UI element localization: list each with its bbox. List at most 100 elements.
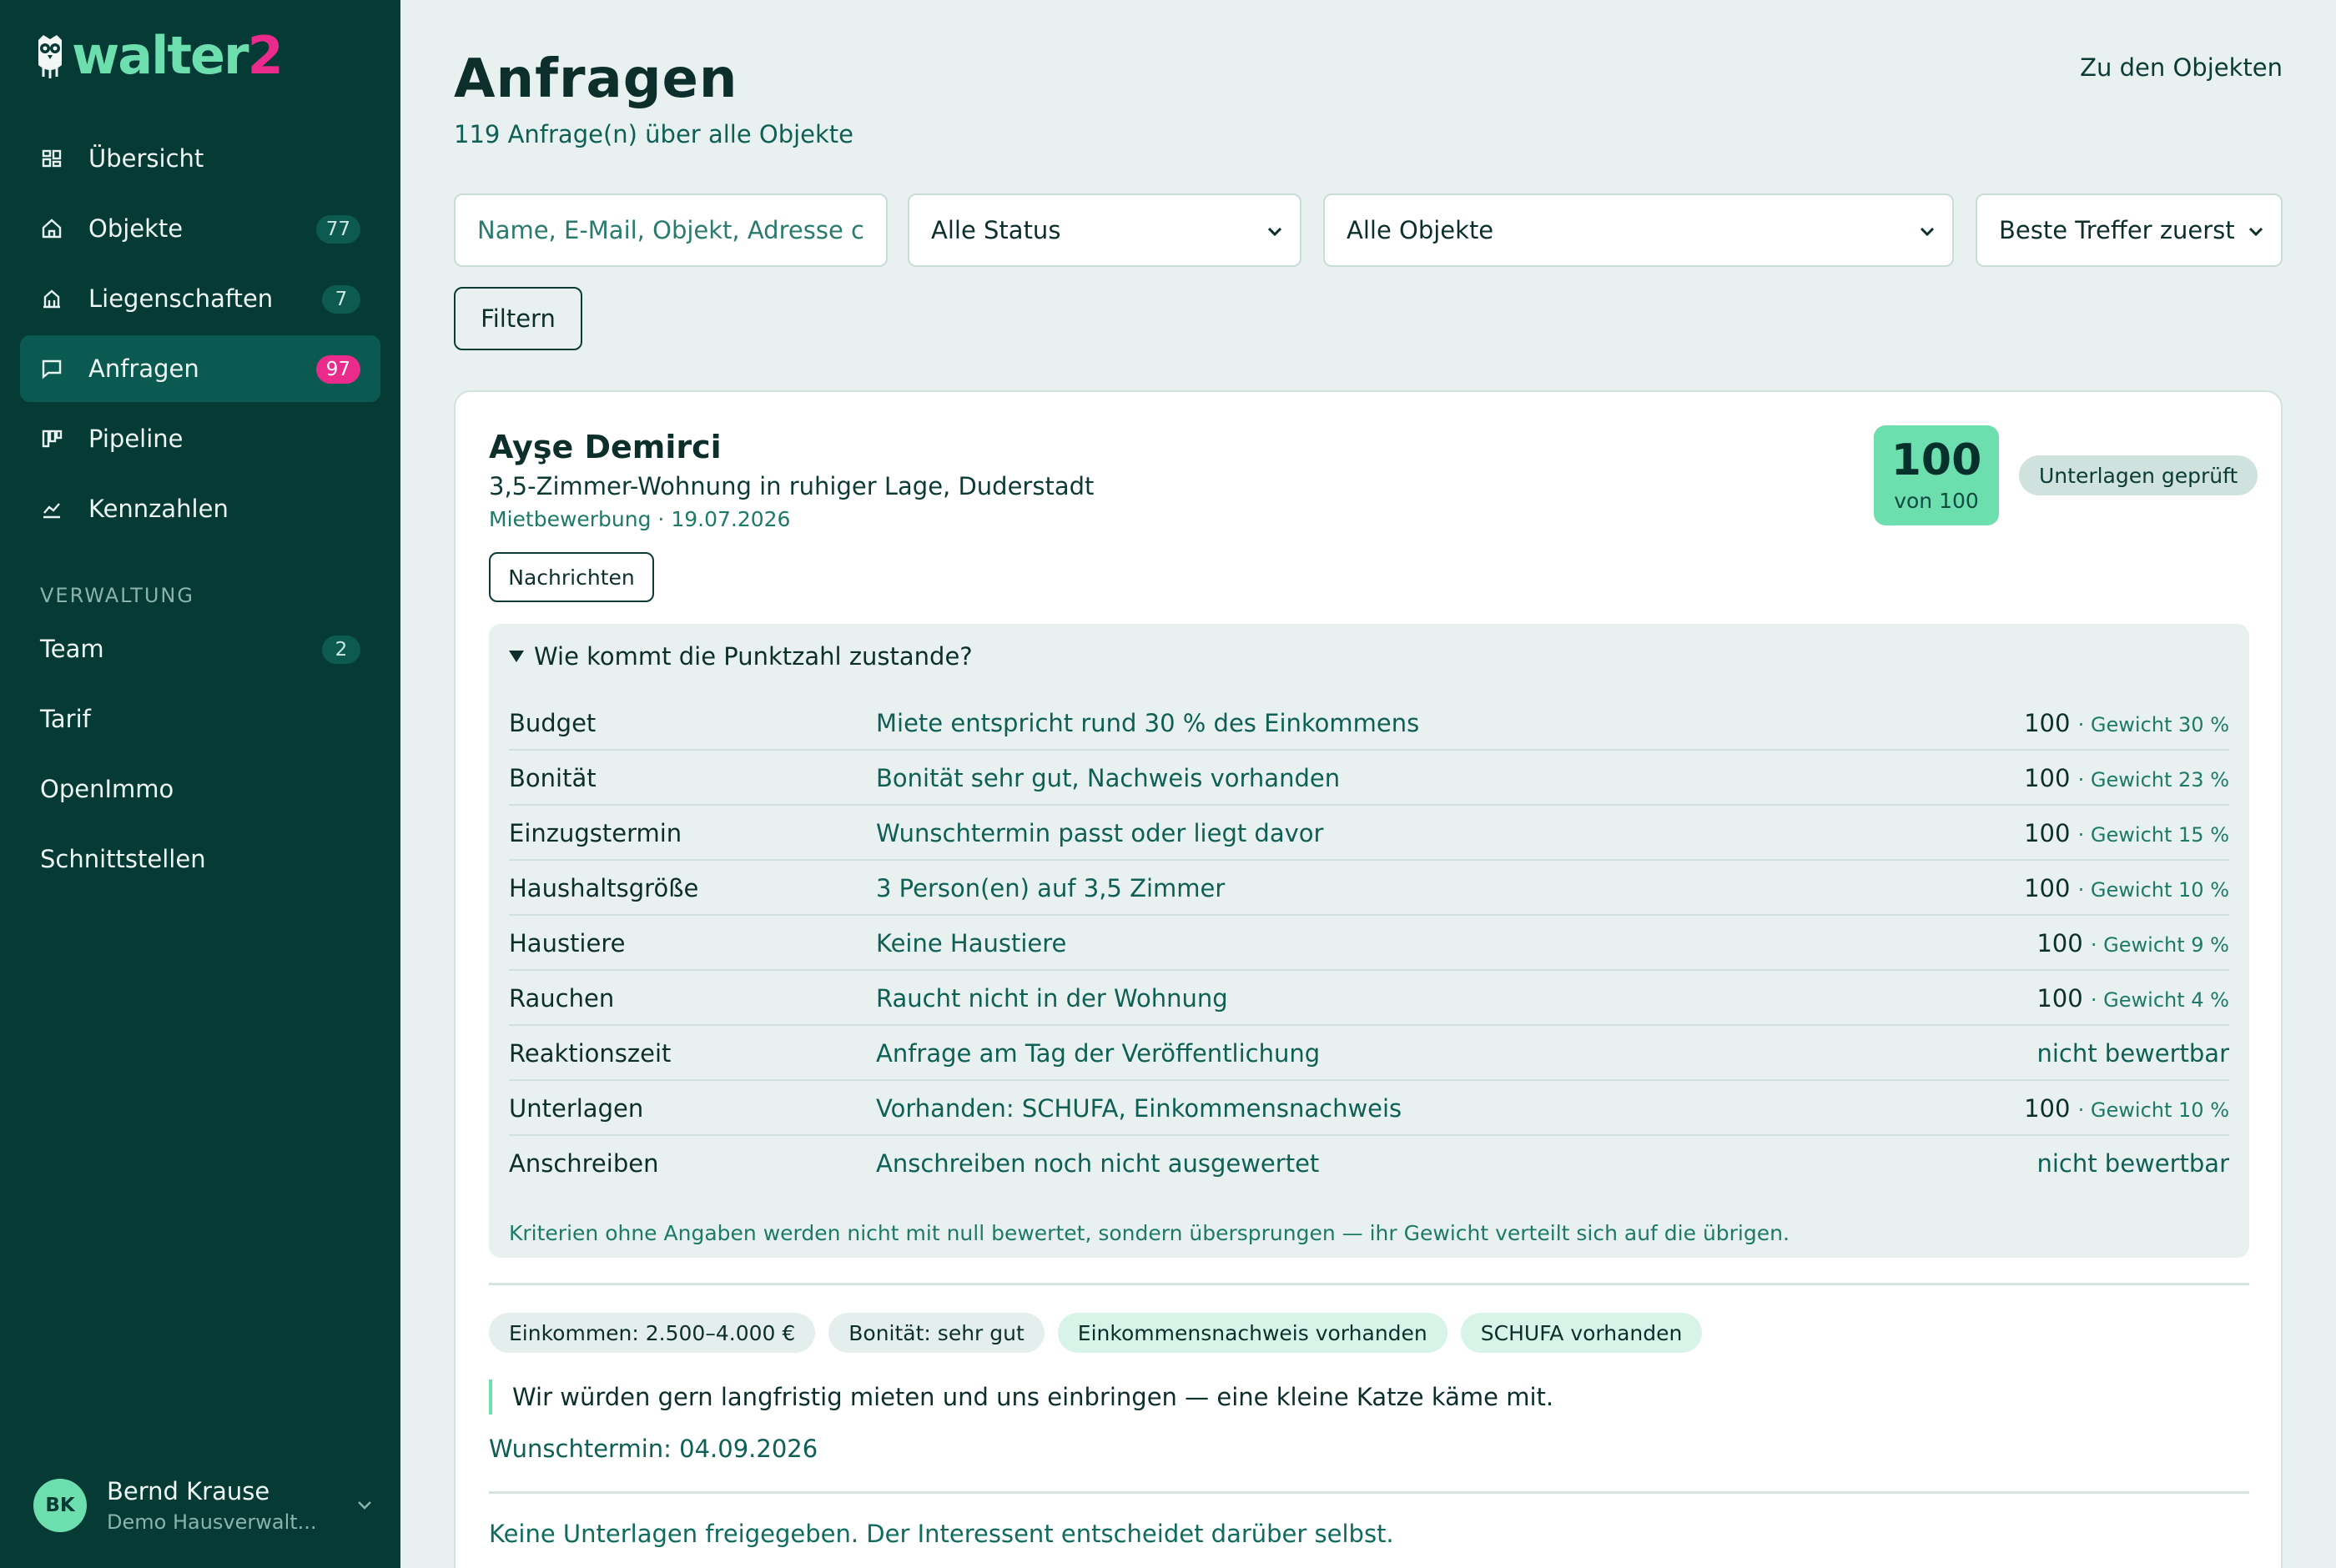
breakdown-note: Kriterien ohne Angaben werden nicht mit … [509,1221,1790,1245]
sidebar-item-pipeline[interactable]: Pipeline [20,405,380,472]
user-org: Demo Hausverwalt... [107,1510,317,1534]
sidebar-item-anfragen[interactable]: Anfragen 97 [20,335,380,402]
score-box: 100 von 100 [1874,425,1999,525]
page-title: Anfragen [454,48,738,110]
count-badge: 2 [322,636,360,664]
filter-button[interactable]: Filtern [454,287,582,350]
criterion-score: 100 · Gewicht 4 % [2036,984,2229,1013]
objects-select[interactable]: Alle Objekte [1323,193,1954,267]
filter-bar: Name, E-Mail, Objekt, Adresse c Alle Sta… [454,193,2283,267]
link-zu-den-objekten[interactable]: Zu den Objekten [2080,53,2283,82]
chat-icon [40,357,63,380]
count-badge: 97 [315,355,360,384]
criterion-score: 100 · Gewicht 9 % [2036,929,2229,957]
criterion-score: 100 · Gewicht 15 % [2024,819,2229,847]
sidebar-item-openimmo[interactable]: OpenImmo [20,756,380,822]
desired-move-in-date: Wunschtermin: 04.09.2026 [489,1435,818,1463]
sidebar-item-label: Team [40,635,104,663]
main-content: Anfragen 119 Anfrage(n) über alle Objekt… [400,0,2336,1568]
score-max: von 100 [1894,488,1979,513]
chevron-down-icon [2248,227,2263,237]
table-row: Haustiere Keine Haustiere 100 · Gewicht … [509,916,2229,971]
user-menu[interactable]: BK Bernd Krause Demo Hausverwalt... [33,1476,375,1535]
sidebar: walter2 Übersicht Objekte 77 Liegenschaf… [0,0,400,1568]
table-row: Rauchen Raucht nicht in der Wohnung 100 … [509,971,2229,1026]
table-row: Haushaltsgröße 3 Person(en) auf 3,5 Zimm… [509,861,2229,916]
documents-note: Keine Unterlagen freigegeben. Der Intere… [489,1520,1394,1548]
sort-select[interactable]: Beste Treffer zuerst [1976,193,2283,267]
breakdown-toggle[interactable]: Wie kommt die Punktzahl zustande? [509,642,973,671]
section-label-verwaltung: VERWALTUNG [40,584,194,607]
table-row: Unterlagen Vorhanden: SCHUFA, Einkommens… [509,1081,2229,1136]
sidebar-item-kennzahlen[interactable]: Kennzahlen [20,475,380,542]
criterion-label: Budget [509,709,597,737]
table-row: Einzugstermin Wunschtermin passt oder li… [509,806,2229,861]
tag-chip: Einkommensnachweis vorhanden [1057,1313,1447,1353]
applicant-message: Wir würden gern langfristig mieten und u… [489,1380,1553,1415]
brand-wordmark: walter2 [72,25,284,86]
divider [489,1491,2249,1494]
home-icon [40,217,63,240]
sidebar-item-label: Kennzahlen [88,495,229,523]
building-icon [40,287,63,310]
applicant-name: Ayşe Demirci [489,429,722,465]
criterion-label: Bonität [509,764,597,792]
criterion-description: Miete entspricht rund 30 % des Einkommen… [876,709,1420,737]
sidebar-item-label: Tarif [40,705,91,733]
objects-select-value: Alle Objekte [1347,216,1494,244]
kanban-icon [40,427,63,450]
main-nav: Übersicht Objekte 77 Liegenschaften 7 An… [20,125,380,545]
admin-nav: Team 2 Tarif OpenImmo Schnittstellen [20,616,380,896]
chevron-down-icon [1267,227,1282,237]
tag-chip: SCHUFA vorhanden [1460,1313,1703,1353]
criterion-score: 100 · Gewicht 10 % [2024,1094,2229,1123]
criterion-description: Anschreiben noch nicht ausgewertet [876,1149,1320,1178]
sidebar-item-label: Übersicht [88,144,204,173]
criterion-description: Bonität sehr gut, Nachweis vorhanden [876,764,1341,792]
status-select-value: Alle Status [931,216,1061,244]
sidebar-item-label: OpenImmo [40,775,174,803]
breakdown-title: Wie kommt die Punktzahl zustande? [534,642,973,671]
table-row: Bonität Bonität sehr gut, Nachweis vorha… [509,751,2229,806]
criterion-label: Anschreiben [509,1149,659,1178]
score-value: 100 [1890,435,1982,485]
tag-chip: Bonität: sehr gut [828,1313,1045,1353]
status-select[interactable]: Alle Status [908,193,1301,267]
sidebar-item-label: Pipeline [88,425,184,453]
criterion-label: Haustiere [509,929,626,957]
brand-logo[interactable]: walter2 [33,25,284,86]
count-badge: 77 [315,215,360,244]
page-subtitle: 119 Anfrage(n) über alle Objekte [454,120,854,148]
criterion-description: Vorhanden: SCHUFA, Einkommensnachweis [876,1094,1402,1123]
criterion-label: Einzugstermin [509,819,682,847]
avatar: BK [33,1479,87,1532]
tag-list: Einkommen: 2.500–4.000 € Bonität: sehr g… [489,1313,1703,1353]
messages-button[interactable]: Nachrichten [489,552,654,602]
criterion-description: 3 Person(en) auf 3,5 Zimmer [876,874,1226,902]
criterion-label: Reaktionszeit [509,1039,672,1068]
criterion-score: nicht bewertbar [2036,1149,2229,1178]
sidebar-item-tarif[interactable]: Tarif [20,686,380,752]
divider [489,1283,2249,1285]
criterion-description: Wunschtermin passt oder liegt davor [876,819,1324,847]
criterion-label: Haushaltsgröße [509,874,699,902]
sidebar-item-schnittstellen[interactable]: Schnittstellen [20,826,380,892]
table-row: Anschreiben Anschreiben noch nicht ausge… [509,1136,2229,1191]
status-badge: Unterlagen geprüft [2019,455,2258,495]
object-title: 3,5-Zimmer-Wohnung in ruhiger Lage, Dude… [489,472,1095,500]
user-info: Bernd Krause Demo Hausverwalt... [107,1477,317,1534]
sidebar-item-liegenschaften[interactable]: Liegenschaften 7 [20,265,380,332]
sidebar-item-objekte[interactable]: Objekte 77 [20,195,380,262]
score-breakdown: Wie kommt die Punktzahl zustande? Budget… [489,624,2249,1258]
inquiry-card: Ayşe Demirci 3,5-Zimmer-Wohnung in ruhig… [454,390,2283,1568]
sidebar-item-team[interactable]: Team 2 [20,616,380,682]
sidebar-item-label: Liegenschaften [88,284,274,313]
search-input[interactable]: Name, E-Mail, Objekt, Adresse c [454,193,888,267]
sidebar-item-uebersicht[interactable]: Übersicht [20,125,380,192]
chart-icon [40,497,63,520]
triangle-down-icon [509,651,524,662]
tag-chip: Einkommen: 2.500–4.000 € [489,1313,816,1353]
breakdown-table: Budget Miete entspricht rund 30 % des Ei… [509,696,2229,1191]
chevron-down-icon[interactable] [354,1495,375,1516]
dashboard-icon [40,147,63,170]
